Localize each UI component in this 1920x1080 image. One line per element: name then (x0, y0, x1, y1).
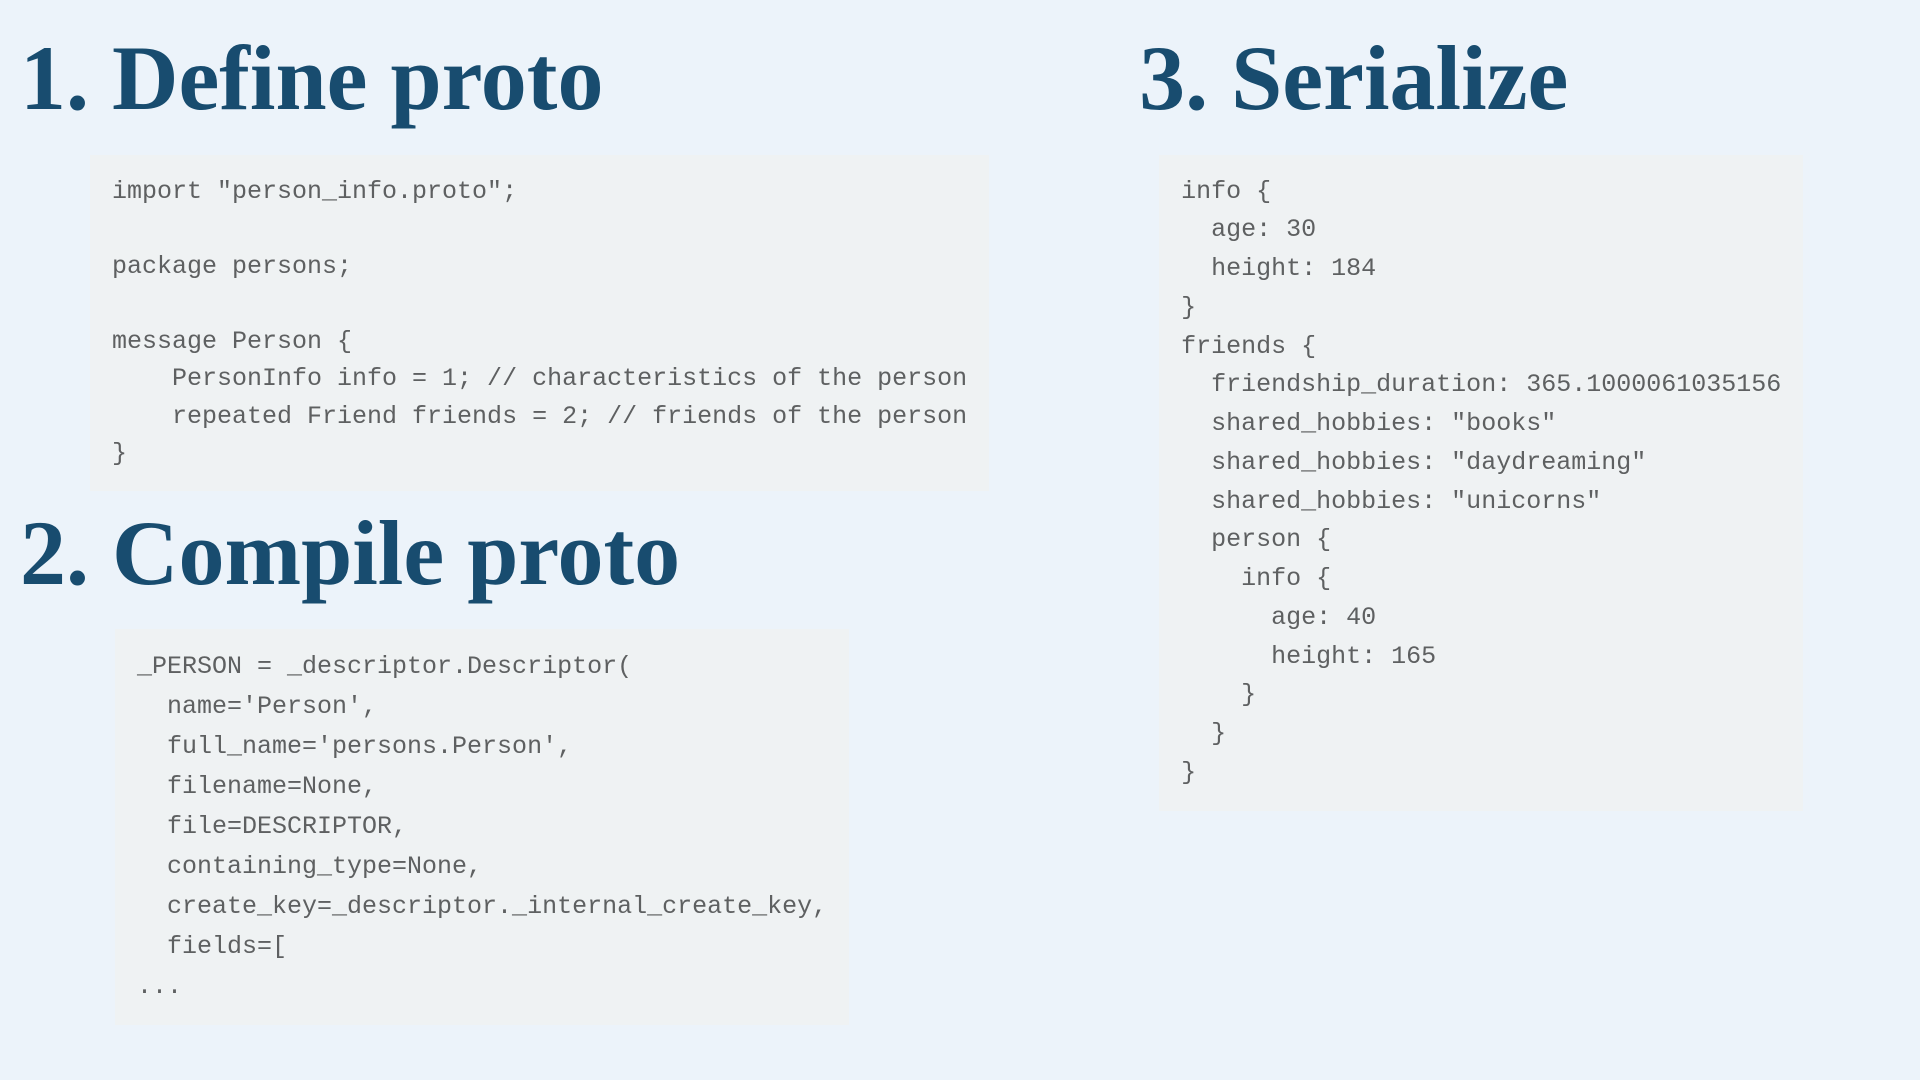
code-define-proto: import "person_info.proto"; package pers… (90, 155, 989, 491)
heading-serialize: 3. Serialize (1139, 30, 1900, 127)
heading-compile-proto: 2. Compile proto (20, 505, 989, 602)
slide-container: 1. Define proto import "person_info.prot… (20, 30, 1900, 1050)
section-compile-proto: 2. Compile proto _PERSON = _descriptor.D… (20, 505, 989, 1026)
right-column: 3. Serialize info { age: 30 height: 184 … (1139, 30, 1900, 1050)
code-compile-proto: _PERSON = _descriptor.Descriptor( name='… (115, 629, 849, 1025)
left-column: 1. Define proto import "person_info.prot… (20, 30, 989, 1050)
code-serialize: info { age: 30 height: 184 } friends { f… (1159, 155, 1803, 811)
section-define-proto: 1. Define proto import "person_info.prot… (20, 30, 989, 491)
heading-define-proto: 1. Define proto (20, 30, 989, 127)
section-serialize: 3. Serialize info { age: 30 height: 184 … (1139, 30, 1900, 811)
